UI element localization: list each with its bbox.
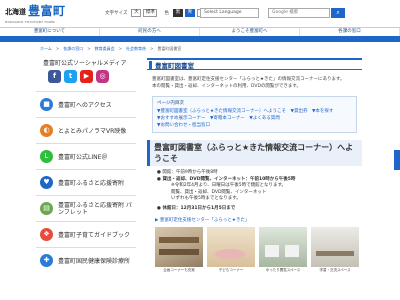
photo-item: 企画コーナーも充実 [155,227,203,273]
breadcrumb-social-education[interactable]: 社会教育係 [126,46,146,52]
photo-item: 子どもコーナー [207,227,255,273]
header-band [0,36,400,42]
center-link[interactable]: ▶ 豊富町定住支援センター「ふらっと★きた」 [147,217,362,223]
photo-caption: ゆったり閲覧スペース [265,268,301,272]
accessibility-tools: 文字サイズ 大 標準 色 黒 青 白 [105,9,207,17]
sidebar-item-donation[interactable]: ♥ 豊富町ふるさと応援寄附 [36,169,136,195]
sidebar-item-line[interactable]: L 豊富町公式LINE＠ [36,143,136,169]
breadcrumb: ホーム > 各課の窓口 > 教育委員会 > 社会教育係 > 豊富町図書室 [40,46,182,52]
book-icon: ❖ [40,228,53,241]
page-title: 豊富町図書室 [155,61,194,70]
logo-english: HOKKAIDO TOYOTOMI TOWN [5,20,55,24]
toc-row[interactable]: ▼お問い合わせ・担当窓口 [157,122,352,129]
intro-line: 豊富町図書室は、豊富町定住支援センター「ふらっと★きた」の情報交流コーナーにあり… [152,77,345,82]
site-logo[interactable]: 北海道 豊富町 [5,4,66,18]
sidebar-item-label: 豊富町へのアクセス [58,102,112,109]
color-label: 色 [164,11,169,16]
twitter-icon[interactable]: t [64,70,77,83]
facebook-icon[interactable]: f [48,70,61,83]
search-button[interactable]: ⌕ [331,8,345,18]
sidebar-item-childcare-guide[interactable]: ❖ 豊富町子育てガイドブック [36,221,136,247]
opening-info: ● 開館：午前9時から午後8時 ● 貸出・返却、DVD閲覧、インターネット：午前… [147,170,362,212]
toc-title: ページ内目次 [157,101,184,106]
sidebar-item-label: 豊富町国民健康保険診療所 [58,258,131,265]
social-links: f t ▶ ◎ [36,70,136,83]
nav-about-town[interactable]: 豊富町について [0,28,100,36]
nav-departments[interactable]: 各課の窓口 [300,28,400,36]
font-standard-button[interactable]: 標準 [143,9,158,17]
sidebar-item-label: とよとみパノラマVR映像 [58,128,127,135]
toc-row[interactable]: ▼豊富町図書室（ふらっと★きた情報交流コーナー）へようこそ ▼貸出券 ▼本を探す [157,108,352,115]
table-of-contents: ページ内目次 ▼豊富町図書室（ふらっと★きた情報交流コーナー）へようこそ ▼貸出… [152,96,357,133]
sidebar-item-label: 豊富町ふるさと応援寄附 パンフレット [58,201,132,216]
nav-welcome[interactable]: ようこそ豊富町へ [200,28,300,36]
sidebar-item-vr[interactable]: ◐ とよとみパノラマVR映像 [36,117,136,143]
sidebar-item-donation-pamphlet[interactable]: ▤ 豊富町ふるさと応援寄附 パンフレット [36,195,136,221]
page-title-bar: 豊富町図書室 [147,58,362,70]
pamphlet-icon: ▤ [40,202,53,215]
site-header: 北海道 豊富町 HOKKAIDO TOYOTOMI TOWN 文字サイズ 大 標… [0,0,400,27]
sidebar-item-label: 豊富町公式LINE＠ [58,154,108,161]
font-size-label: 文字サイズ [105,11,128,16]
photo-item: ゆったり閲覧スペース [259,227,307,273]
breadcrumb-departments[interactable]: 各課の窓口 [63,46,83,52]
photo-caption: 子どもコーナー [218,268,244,272]
closed-days-text: ● 休館日：12月31日から1月5日まで [157,205,236,211]
color-black-button[interactable]: 黒 [172,9,183,17]
sidebar: 豊富町公式ソーシャルメディア f t ▶ ◎ ■ 豊富町へのアクセス ◐ とよと… [36,58,136,273]
photo-caption: 学習・交流スペース [319,268,351,272]
vr-icon: ◐ [40,124,53,137]
section-heading: 豊富町図書室（ふらっと★きた情報交流コーナー）へようこそ [147,140,362,166]
sidebar-item-label: 豊富町子育てガイドブック [58,232,131,239]
language-select[interactable]: Select Language [200,8,259,18]
sidebar-item-access[interactable]: ■ 豊富町へのアクセス [36,91,136,117]
library-photo [155,227,203,267]
library-photo [207,227,255,267]
intro-line: 本の閲覧・貸出・返却、インターネットの利用、DVDの閲覧ができます。 [152,84,301,89]
font-large-button[interactable]: 大 [131,9,142,17]
note-text: いずれも午後5時までとなります。 [171,196,241,201]
sidebar-item-clinic[interactable]: ✚ 豊富町国民健康保険診療所 [36,247,136,273]
section-title: 豊富町図書室（ふらっと★きた情報交流コーナー）へようこそ [154,143,354,163]
library-photo [311,227,359,267]
social-media-title: 豊富町公式ソーシャルメディア [43,60,127,67]
nav-residents[interactable]: 町民の方へ [100,28,200,36]
search-input[interactable]: Google 検索 [268,8,330,18]
logo-main-text: 豊富町 [28,4,66,18]
global-nav: 豊富町について 町民の方へ ようこそ豊富町へ 各課の窓口 [0,27,400,36]
photo-gallery: 企画コーナーも充実 子どもコーナー ゆったり閲覧スペース 学習・交流スペース [147,227,362,273]
breadcrumb-home[interactable]: ホーム [40,46,52,52]
photo-item: 学習・交流スペース [311,227,359,273]
instagram-icon[interactable]: ◎ [96,70,109,83]
title-marker [149,60,152,69]
intro-text: 豊富町図書室は、豊富町定住支援センター「ふらっと★きた」の情報交流コーナーにあり… [147,76,362,90]
line-icon: L [40,150,53,163]
photo-caption: 企画コーナーも充実 [163,268,195,272]
color-blue-button[interactable]: 青 [184,9,195,17]
logo-prefix: 北海道 [5,8,26,16]
library-photo [259,227,307,267]
bus-icon: ■ [40,98,53,111]
search-icon: ⌕ [336,9,340,16]
youtube-icon[interactable]: ▶ [80,70,93,83]
page-top-tab[interactable] [394,150,400,170]
breadcrumb-current: 豊富町図書室 [157,46,182,51]
toc-row[interactable]: ▼おすすめ展示コーナー ▼寄贈本コーナー ▼よくある質問 [157,115,352,122]
main-content: 豊富町図書室 豊富町図書室は、豊富町定住支援センター「ふらっと★きた」の情報交流… [147,58,362,273]
center-link-label: 豊富町定住支援センター「ふらっと★きた」 [159,218,250,223]
sidebar-item-label: 豊富町ふるさと応援寄附 [58,180,125,187]
clinic-icon: ✚ [40,254,53,267]
breadcrumb-education[interactable]: 教育委員会 [95,46,115,52]
gift-icon: ♥ [40,176,53,189]
